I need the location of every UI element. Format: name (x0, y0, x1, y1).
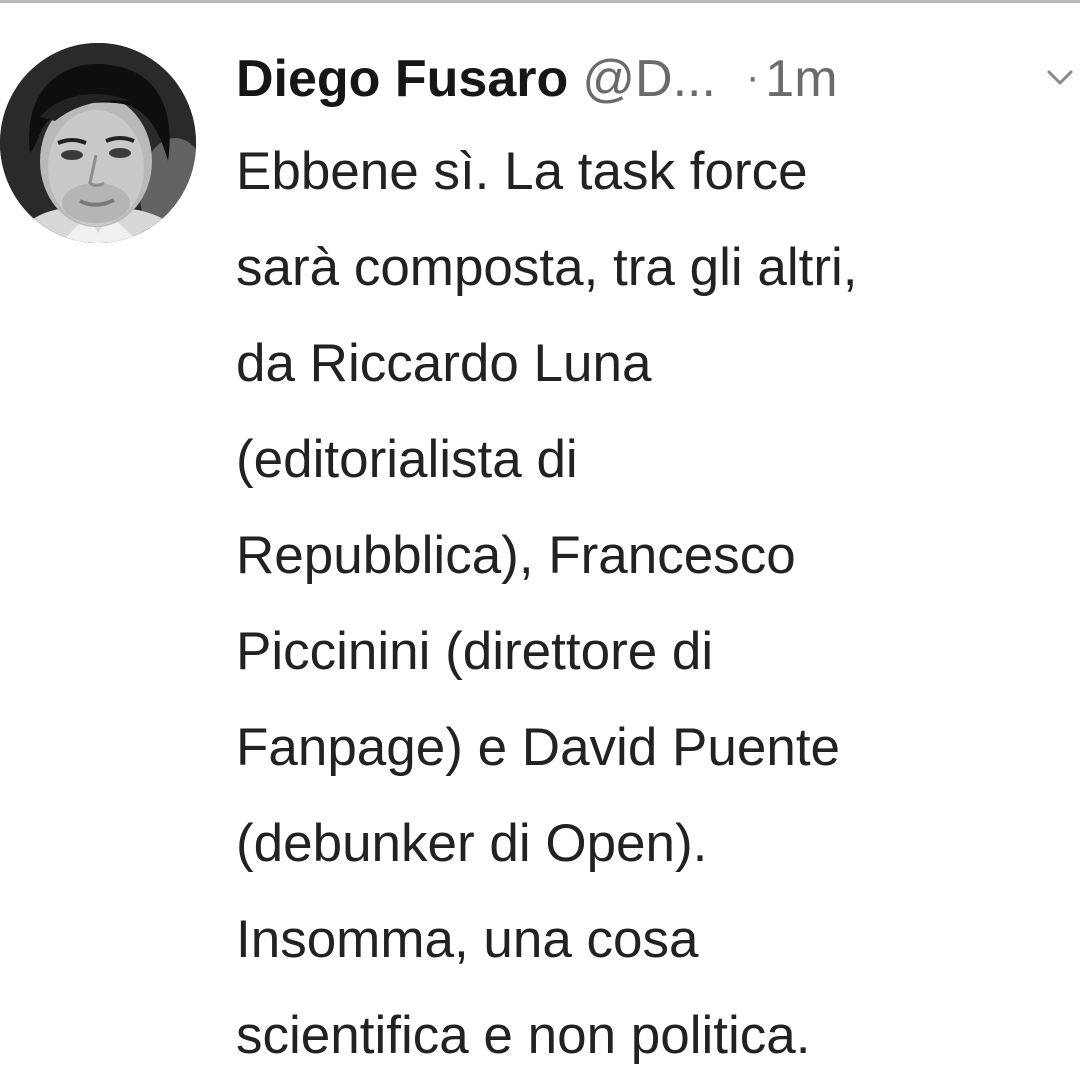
tweet-text-line: da Riccardo Luna (236, 334, 652, 393)
tweet-text-line: Piccinini (direttore di (236, 622, 714, 681)
avatar[interactable] (0, 43, 196, 243)
tweet-text: Ebbene sì. La task force sarà composta, … (236, 124, 1076, 1084)
tweet-text-line: Fanpage) e David Puente (236, 718, 841, 777)
tweet-header: Diego Fusaro @D... · 1m (236, 38, 1080, 116)
separator-dot: · (745, 55, 760, 99)
author-handle[interactable]: @D... (582, 50, 716, 108)
tweet-text-line: Repubblica), Francesco (236, 526, 796, 585)
profile-photo-icon (0, 43, 196, 243)
author-name[interactable]: Diego Fusaro (236, 50, 568, 108)
tweet-text-line: (editorialista di (236, 430, 578, 489)
tweet-text-line: Insomma, una cosa (236, 910, 699, 969)
tweet-text-line: sarà composta, tra gli altri, (236, 238, 858, 297)
tweet-text-line: Ebbene sì. La task force (236, 142, 808, 201)
tweet-timestamp[interactable]: 1m (765, 50, 837, 108)
top-divider (0, 0, 1080, 3)
tweet-text-line: (debunker di Open). (236, 814, 708, 873)
tweet-text-line: scientifica e non politica. (236, 1006, 811, 1065)
chevron-down-icon[interactable] (1043, 60, 1077, 94)
